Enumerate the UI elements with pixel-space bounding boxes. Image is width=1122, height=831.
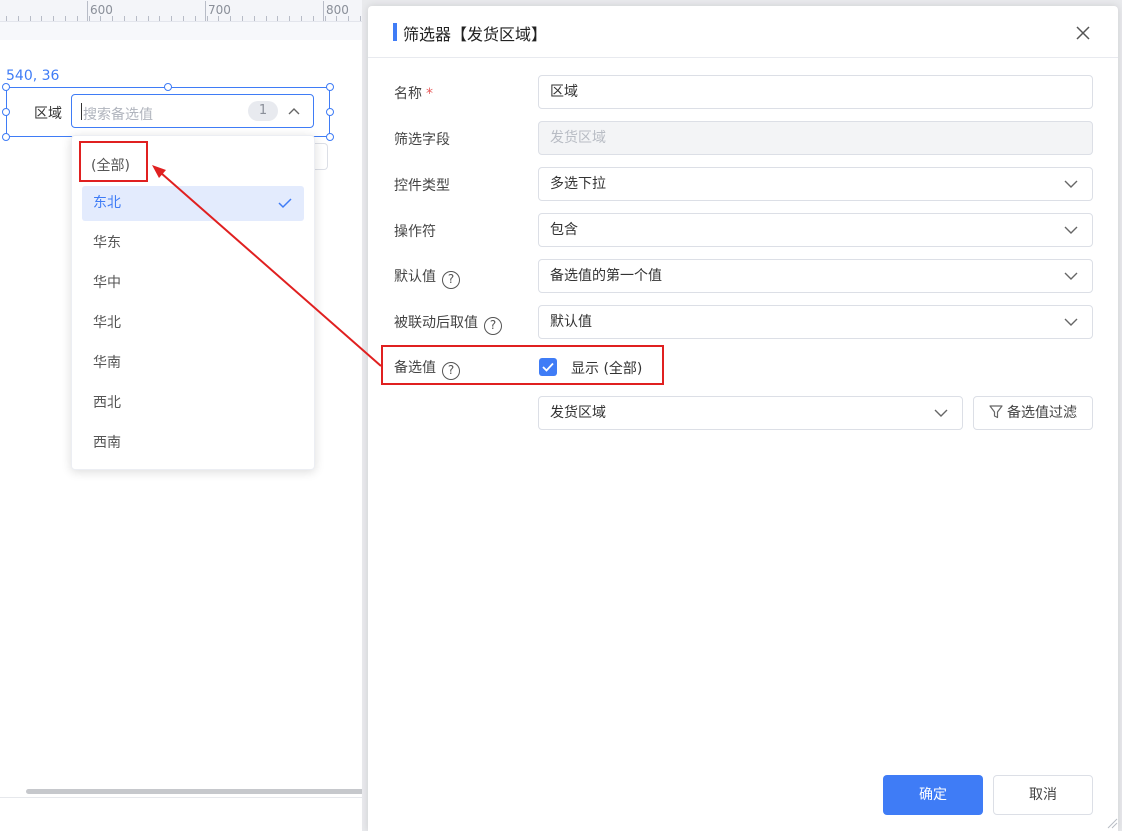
widget-coordinates: 540, 36 [6, 68, 60, 84]
linked-value-select[interactable]: 默认值 [538, 305, 1093, 339]
horizontal-scrollbar[interactable] [26, 789, 364, 794]
ruler-tick [136, 16, 137, 21]
region-dropdown-menu: 东北 华东 华中 华北 华南 西北 西南 [71, 135, 315, 470]
ruler-tick [53, 16, 54, 21]
title-accent-bar [393, 23, 397, 41]
highlight-options-row [381, 345, 664, 385]
dropdown-item[interactable]: 西北 [82, 386, 304, 421]
chevron-up-icon[interactable] [287, 105, 301, 117]
horizontal-ruler: 600 700 800 [0, 0, 368, 22]
ruler-tick [301, 16, 302, 21]
chevron-down-icon [1064, 226, 1078, 234]
filter-icon [989, 405, 1003, 419]
ruler-strip [0, 22, 368, 40]
design-canvas: 600 700 800 540, 36 区域 搜索备选值 1 东北 华东 华中 华北… [0, 0, 368, 831]
operator-value: 包含 [550, 222, 578, 238]
ruler-tick [18, 16, 19, 21]
options-source-select[interactable]: 发货区域 [538, 396, 963, 430]
chevron-down-icon [934, 409, 948, 417]
ruler-tick [6, 16, 7, 21]
ruler-major-tick [87, 1, 88, 21]
control-type-select[interactable]: 多选下拉 [538, 167, 1093, 201]
close-icon[interactable] [1075, 25, 1091, 41]
ruler-tick [266, 16, 267, 21]
dropdown-item[interactable]: 西南 [82, 426, 304, 461]
operator-label: 操作符 [394, 224, 436, 240]
resize-handle-ml[interactable] [2, 108, 10, 116]
options-source-value: 发货区域 [550, 405, 606, 421]
resize-handle-tm[interactable] [164, 83, 172, 91]
dropdown-item[interactable]: 华南 [82, 346, 304, 381]
ruler-tick [313, 16, 314, 21]
name-input[interactable]: 区域 [538, 75, 1093, 109]
ruler-major-tick [323, 1, 324, 21]
resize-handle-mr[interactable] [326, 108, 334, 116]
ruler-tick [171, 16, 172, 21]
search-placeholder: 搜索备选值 [83, 107, 153, 123]
filter-button-label: 备选值过滤 [1007, 405, 1077, 421]
options-filter-button[interactable]: 备选值过滤 [973, 396, 1093, 430]
filter-field-label: 筛选字段 [394, 132, 450, 148]
default-value-label: 默认值? [394, 266, 460, 289]
ruler-label: 700 [208, 3, 231, 17]
resize-handle-br[interactable] [326, 133, 334, 141]
cancel-button[interactable]: 取消 [993, 775, 1093, 815]
control-type-value: 多选下拉 [550, 176, 606, 192]
default-value: 备选值的第一个值 [550, 268, 662, 284]
ruler-major-tick [205, 1, 206, 21]
highlight-all-option [79, 141, 148, 182]
resize-handle-tl[interactable] [2, 83, 10, 91]
help-icon[interactable]: ? [442, 271, 460, 289]
name-label: 名称 * [394, 86, 433, 102]
ruler-tick [159, 16, 160, 21]
chevron-down-icon [1064, 318, 1078, 326]
ruler-tick [183, 16, 184, 21]
dialog-title: 筛选器【发货区域】 [403, 25, 548, 44]
ruler-label: 600 [90, 3, 113, 17]
confirm-button[interactable]: 确定 [883, 775, 983, 815]
ruler-tick [242, 16, 243, 21]
ruler-tick [195, 16, 196, 21]
filter-dialog: 筛选器【发货区域】 名称 * 区域 筛选字段 发货区域 控件类型 多选下拉 操作符… [368, 6, 1118, 831]
chevron-down-icon [1064, 180, 1078, 188]
help-icon[interactable]: ? [484, 317, 502, 335]
dropdown-item[interactable]: 华东 [82, 226, 304, 261]
dialog-header: 筛选器【发货区域】 [368, 6, 1118, 58]
ruler-tick [289, 16, 290, 21]
ruler-tick [277, 16, 278, 21]
operator-select[interactable]: 包含 [538, 213, 1093, 247]
ruler-tick [41, 16, 42, 21]
ruler-tick [360, 16, 361, 21]
ruler-tick [148, 16, 149, 21]
chevron-down-icon [1064, 272, 1078, 280]
control-type-label: 控件类型 [394, 178, 450, 194]
dropdown-item-label: 东北 [93, 195, 121, 211]
dropdown-item-selected[interactable]: 东北 [82, 186, 304, 221]
resize-handle-bl[interactable] [2, 133, 10, 141]
ruler-tick [30, 16, 31, 21]
ruler-tick [124, 16, 125, 21]
linked-value: 默认值 [550, 314, 592, 330]
widget-label: 区域 [34, 106, 62, 122]
default-value-select[interactable]: 备选值的第一个值 [538, 259, 1093, 293]
text-caret [81, 103, 82, 120]
selected-count-badge: 1 [248, 101, 278, 121]
required-asterisk: * [426, 86, 433, 102]
ruler-label: 800 [326, 3, 349, 17]
resize-handle-tr[interactable] [326, 83, 334, 91]
resize-grip-icon[interactable] [1104, 815, 1118, 829]
canvas-divider [0, 797, 368, 798]
ruler-tick [77, 16, 78, 21]
dropdown-item[interactable]: 华中 [82, 266, 304, 301]
linked-value-label: 被联动后取值? [394, 312, 502, 335]
region-search-input[interactable]: 搜索备选值 1 [71, 94, 314, 128]
dropdown-item[interactable]: 华北 [82, 306, 304, 341]
check-icon [278, 198, 292, 209]
filter-field-input: 发货区域 [538, 121, 1093, 155]
ruler-tick [65, 16, 66, 21]
ruler-tick [254, 16, 255, 21]
